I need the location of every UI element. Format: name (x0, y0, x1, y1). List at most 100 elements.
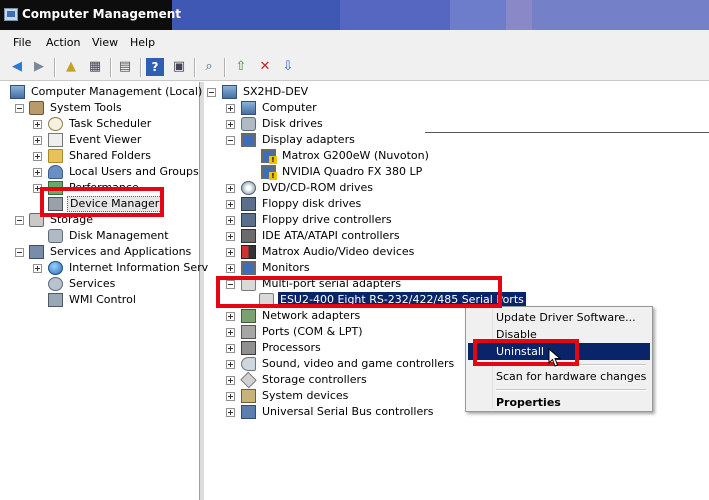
audio-video-icon (241, 245, 256, 259)
tree-item-label: Internet Information Serv (69, 261, 209, 274)
show-hide-tree-icon[interactable]: ▦ (86, 58, 104, 76)
tree-item-label: Shared Folders (69, 149, 151, 162)
help-icon[interactable]: ? (146, 58, 164, 76)
expand-toggle-processors[interactable] (226, 344, 235, 353)
collapse-toggle-services-applications[interactable] (15, 248, 24, 257)
tree-item-label: Monitors (262, 261, 310, 274)
tree-item-label: Matrox Audio/Video devices (262, 245, 415, 258)
tree-item-label: Universal Serial Bus controllers (262, 405, 434, 418)
update-driver-icon[interactable]: ⇧ (232, 58, 250, 76)
divider-line (425, 132, 709, 133)
wmi-control-icon (48, 293, 63, 307)
expand-toggle-floppy-disk[interactable] (226, 200, 235, 209)
services-gear-icon (48, 277, 63, 291)
expand-toggle-storage-controllers[interactable] (226, 376, 235, 385)
tree-item-label: Multi-port serial adapters (262, 277, 402, 290)
expand-toggle-network[interactable] (226, 312, 235, 321)
expand-toggle-shared-folders[interactable] (33, 152, 42, 161)
tree-item-label: Computer (262, 101, 317, 114)
tree-item-label: Performance (69, 181, 139, 194)
expand-toggle-floppy-controllers[interactable] (226, 216, 235, 225)
performance-icon (48, 181, 63, 195)
toolbar: ◀ ▶ ▲ ▦ ▤ ? ▣ ⌕ ⇧ ✕ ⇩ (0, 54, 709, 81)
tree-item-label: IDE ATA/ATAPI controllers (262, 229, 400, 242)
disable-device-icon[interactable]: ⇩ (279, 58, 297, 76)
context-update-driver[interactable]: Update Driver Software... (468, 309, 650, 326)
event-viewer-icon (48, 133, 63, 147)
computer-icon (241, 101, 256, 115)
tree-item-label: System devices (262, 389, 349, 402)
device-manager-icon (48, 197, 63, 211)
ports-icon (241, 325, 256, 339)
collapse-toggle-display-adapters[interactable] (226, 136, 235, 145)
tree-item-label: Computer Management (Local) (31, 85, 203, 98)
expand-toggle-dvd[interactable] (226, 184, 235, 193)
tree-item-label: Floppy drive controllers (262, 213, 392, 226)
action-pane-icon[interactable]: ▣ (170, 58, 188, 76)
expand-toggle-local-users[interactable] (33, 168, 42, 177)
menu-action[interactable]: Action (46, 36, 80, 49)
title-bar: Computer Management (0, 0, 709, 30)
window-title: Computer Management (22, 7, 181, 21)
scan-hardware-icon[interactable]: ⌕ (200, 58, 218, 76)
properties-icon[interactable]: ▤ (116, 58, 134, 76)
tree-item-label: DVD/CD-ROM drives (262, 181, 373, 194)
collapse-toggle-serial-adapters[interactable] (226, 280, 235, 289)
expand-toggle-iis[interactable] (33, 264, 42, 273)
uninstall-device-icon[interactable]: ✕ (256, 58, 274, 76)
context-properties[interactable]: Properties (468, 394, 650, 411)
tree-item-label: Disk drives (262, 117, 323, 130)
serial-adapter-icon (241, 277, 256, 291)
tree-item-label: WMI Control (69, 293, 136, 306)
expand-toggle-matrox-av[interactable] (226, 248, 235, 257)
forward-arrow-icon[interactable]: ▶ (30, 58, 48, 76)
expand-toggle-monitors[interactable] (226, 264, 235, 273)
sound-icon (241, 357, 256, 371)
menu-bar: File Action View Help (0, 30, 709, 54)
iis-globe-icon (48, 261, 63, 275)
ide-controller-icon (241, 229, 256, 243)
floppy-controller-icon (241, 213, 256, 227)
tree-item-label: Processors (262, 341, 321, 354)
collapse-toggle-root[interactable] (207, 88, 216, 97)
up-folder-icon[interactable]: ▲ (62, 58, 80, 76)
expand-toggle-performance[interactable] (33, 184, 42, 193)
expand-toggle-usb[interactable] (226, 408, 235, 417)
menu-help[interactable]: Help (130, 36, 155, 49)
computer-management-icon (10, 85, 25, 99)
mouse-cursor-icon (548, 348, 562, 367)
network-adapter-icon (241, 309, 256, 323)
expand-toggle-ports[interactable] (226, 328, 235, 337)
expand-toggle-event-viewer[interactable] (33, 136, 42, 145)
tree-item-label: SX2HD-DEV (243, 85, 309, 98)
monitor-icon (241, 261, 256, 275)
collapse-toggle-storage[interactable] (15, 216, 24, 225)
tree-item-label: Services (69, 277, 116, 290)
menu-view[interactable]: View (92, 36, 118, 49)
display-warning-icon (261, 149, 277, 164)
services-applications-icon (29, 245, 44, 259)
collapse-toggle-system-tools[interactable] (15, 104, 24, 113)
tree-item-label: Sound, video and game controllers (262, 357, 455, 370)
storage-icon (29, 213, 44, 227)
tree-item-label: Network adapters (262, 309, 361, 322)
expand-toggle-sound[interactable] (226, 360, 235, 369)
back-arrow-icon[interactable]: ◀ (8, 58, 26, 76)
expand-toggle-disk-drives[interactable] (226, 120, 235, 129)
expand-toggle-task-scheduler[interactable] (33, 120, 42, 129)
tree-item-label: Floppy disk drives (262, 197, 362, 210)
expand-toggle-ide[interactable] (226, 232, 235, 241)
menu-file[interactable]: File (13, 36, 31, 49)
disk-management-icon (48, 229, 63, 243)
computer-management-app-icon (4, 8, 18, 21)
usb-icon (241, 405, 256, 419)
expand-toggle-system-devices[interactable] (226, 392, 235, 401)
expand-toggle-computer[interactable] (226, 104, 235, 113)
tree-item-label: System Tools (50, 101, 122, 114)
processor-icon (241, 341, 256, 355)
context-disable[interactable]: Disable (468, 326, 650, 343)
context-scan-hardware[interactable]: Scan for hardware changes (468, 368, 650, 385)
shared-folders-icon (48, 149, 63, 163)
tree-item-label: Disk Management (69, 229, 169, 242)
system-tools-icon (29, 101, 44, 115)
